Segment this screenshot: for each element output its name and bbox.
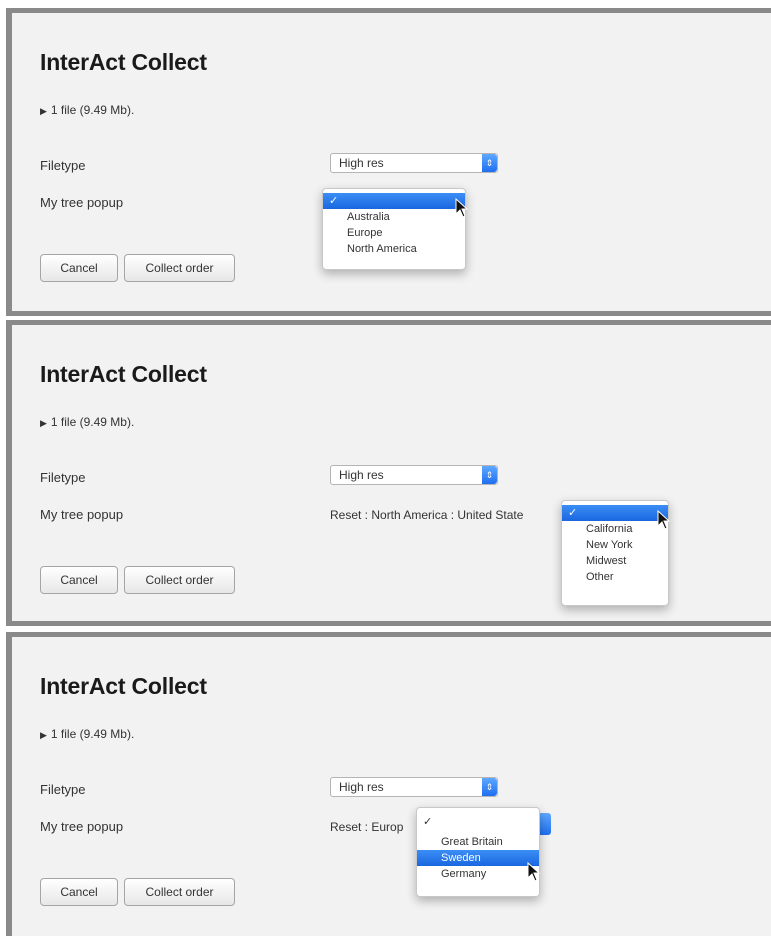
- select-stepper-icon: ⇕: [482, 778, 497, 796]
- menu-item-north-america[interactable]: North America: [323, 241, 465, 257]
- tree-breadcrumb[interactable]: Reset : Europ: [330, 820, 403, 834]
- page-title: InterAct Collect: [40, 673, 207, 699]
- select-stepper-icon: ⇕: [482, 466, 497, 484]
- menu-item-germany[interactable]: Germany: [417, 866, 539, 882]
- filetype-select[interactable]: High res ⇕: [330, 777, 498, 797]
- page-title: InterAct Collect: [40, 49, 207, 75]
- file-info-text: 1 file (9.49 Mb).: [50, 727, 135, 741]
- menu-item-great-britain[interactable]: Great Britain: [417, 834, 539, 850]
- cancel-button[interactable]: Cancel: [40, 254, 118, 282]
- disclosure-triangle-icon[interactable]: ▶: [40, 418, 47, 428]
- filetype-select[interactable]: High res ⇕: [330, 153, 498, 173]
- page-title: InterAct Collect: [40, 361, 207, 387]
- filetype-value: High res: [339, 156, 384, 170]
- filetype-label: Filetype: [40, 470, 86, 485]
- menu-item-california[interactable]: California: [562, 521, 668, 537]
- menu-item-checked[interactable]: ✓: [323, 193, 465, 209]
- disclosure-triangle-icon[interactable]: ▶: [40, 106, 47, 116]
- menu-item-new-york[interactable]: New York: [562, 537, 668, 553]
- tree-popup-menu[interactable]: ✓ Australia Europe North America: [322, 188, 466, 270]
- collect-order-button[interactable]: Collect order: [124, 878, 235, 906]
- tree-breadcrumb[interactable]: Reset : North America : United State: [330, 508, 523, 522]
- file-info[interactable]: ▶ 1 file (9.49 Mb).: [40, 727, 134, 741]
- cancel-button[interactable]: Cancel: [40, 878, 118, 906]
- cancel-button[interactable]: Cancel: [40, 566, 118, 594]
- disclosure-triangle-icon[interactable]: ▶: [40, 730, 47, 740]
- file-info[interactable]: ▶ 1 file (9.49 Mb).: [40, 103, 134, 117]
- filetype-label: Filetype: [40, 158, 86, 173]
- menu-item-other[interactable]: Other: [562, 569, 668, 585]
- tree-popup-label: My tree popup: [40, 195, 124, 210]
- menu-item-australia[interactable]: Australia: [323, 209, 465, 225]
- filetype-value: High res: [339, 468, 384, 482]
- filetype-value: High res: [339, 780, 384, 794]
- collect-panel-3: InterAct Collect ▶ 1 file (9.49 Mb). File…: [6, 632, 771, 936]
- filetype-label: Filetype: [40, 782, 86, 797]
- collect-order-button[interactable]: Collect order: [124, 566, 235, 594]
- file-info[interactable]: ▶ 1 file (9.49 Mb).: [40, 415, 134, 429]
- tree-popup-label: My tree popup: [40, 507, 124, 522]
- menu-item-checked[interactable]: ✓: [562, 505, 668, 521]
- menu-item-checked[interactable]: ✓: [417, 814, 539, 830]
- menu-item-sweden[interactable]: Sweden: [417, 850, 539, 866]
- select-stepper-icon: ⇕: [482, 154, 497, 172]
- menu-item-europe[interactable]: Europe: [323, 225, 465, 241]
- tree-popup-menu[interactable]: ✓ Great Britain Sweden Germany: [416, 807, 540, 897]
- collect-panel-2: InterAct Collect ▶ 1 file (9.49 Mb). File…: [6, 320, 771, 626]
- collect-order-button[interactable]: Collect order: [124, 254, 235, 282]
- filetype-select[interactable]: High res ⇕: [330, 465, 498, 485]
- tree-popup-label: My tree popup: [40, 819, 124, 834]
- collect-panel-1: InterAct Collect ▶ 1 file (9.49 Mb). File…: [6, 8, 771, 316]
- menu-item-midwest[interactable]: Midwest: [562, 553, 668, 569]
- file-info-text: 1 file (9.49 Mb).: [50, 415, 135, 429]
- file-info-text: 1 file (9.49 Mb).: [50, 103, 135, 117]
- tree-popup-menu[interactable]: ✓ California New York Midwest Other: [561, 500, 669, 606]
